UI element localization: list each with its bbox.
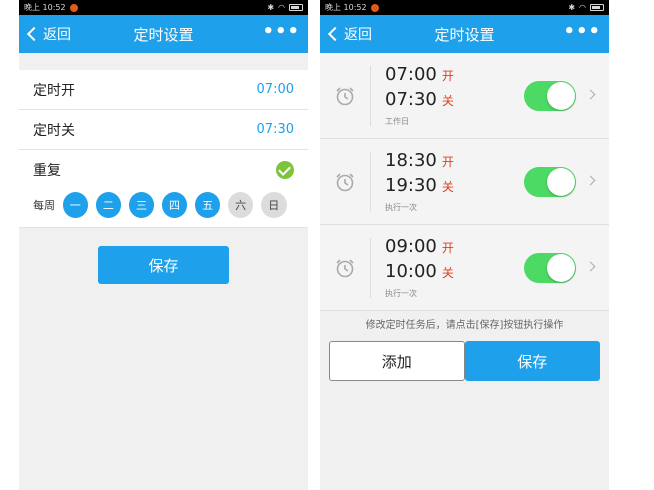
timer-on-row[interactable]: 定时开 07:00 bbox=[19, 70, 308, 110]
repeat-mode: 执行一次 bbox=[385, 203, 417, 212]
on-tag: 开 bbox=[441, 155, 454, 169]
on-tag: 开 bbox=[441, 241, 454, 255]
nav-bar: 返回 定时设置 ••• bbox=[19, 15, 308, 53]
save-button[interactable]: 保存 bbox=[98, 246, 229, 284]
timer-toggle[interactable] bbox=[524, 167, 576, 197]
timer-on-label: 定时开 bbox=[33, 82, 75, 99]
on-time: 07:00 bbox=[385, 64, 437, 85]
weekday-selector: 每周 一 二 三 四 五 六 日 bbox=[33, 190, 294, 220]
day-tue[interactable]: 二 bbox=[95, 192, 122, 218]
off-tag: 关 bbox=[441, 180, 454, 194]
right-screen: 晚上 10:52 ✱ ◠ 返回 定时设置 ••• 07:00 开 07:30 关 工… bbox=[320, 0, 609, 490]
day-thu[interactable]: 四 bbox=[161, 192, 188, 218]
battery-icon bbox=[590, 4, 604, 11]
timer-list: 07:00 开 07:30 关 工作日 18:30 开 19:30 关 执行一次 bbox=[320, 53, 609, 311]
back-chevron-icon bbox=[327, 26, 343, 42]
bluetooth-icon: ✱ bbox=[568, 3, 576, 12]
battery-icon bbox=[289, 4, 303, 11]
bluetooth-icon: ✱ bbox=[267, 3, 275, 12]
repeat-section: 重复 每周 一 二 三 四 五 六 日 bbox=[19, 150, 308, 228]
timer-item[interactable]: 18:30 开 19:30 关 执行一次 bbox=[320, 139, 609, 225]
alarm-clock-icon bbox=[320, 85, 370, 107]
more-icon[interactable]: ••• bbox=[262, 23, 300, 41]
timer-off-label: 定时关 bbox=[33, 122, 75, 139]
wifi-icon: ◠ bbox=[579, 3, 586, 12]
day-sat[interactable]: 六 bbox=[227, 192, 254, 218]
status-time: 晚上 10:52 bbox=[24, 3, 66, 12]
record-indicator-icon bbox=[370, 3, 379, 12]
timer-item[interactable]: 09:00 开 10:00 关 执行一次 bbox=[320, 225, 609, 311]
back-label: 返回 bbox=[43, 27, 71, 43]
left-screen: 晚上 10:52 ✱ ◠ 返回 定时设置 ••• 定时开 07:00 定时关 0… bbox=[19, 0, 308, 490]
record-indicator-icon bbox=[69, 3, 78, 12]
off-time: 10:00 bbox=[385, 261, 437, 282]
status-bar: 晚上 10:52 ✱ ◠ bbox=[320, 0, 609, 15]
wifi-icon: ◠ bbox=[278, 3, 285, 12]
repeat-mode: 工作日 bbox=[385, 117, 409, 126]
repeat-mode: 执行一次 bbox=[385, 289, 417, 298]
more-icon[interactable]: ••• bbox=[563, 23, 601, 41]
day-mon[interactable]: 一 bbox=[62, 192, 89, 218]
status-time: 晚上 10:52 bbox=[325, 3, 367, 12]
back-label: 返回 bbox=[344, 27, 372, 43]
timer-on-value: 07:00 bbox=[256, 82, 294, 97]
day-fri[interactable]: 五 bbox=[194, 192, 221, 218]
off-time: 07:30 bbox=[385, 89, 437, 110]
timer-toggle[interactable] bbox=[524, 253, 576, 283]
day-sun[interactable]: 日 bbox=[260, 192, 287, 218]
alarm-clock-icon bbox=[320, 171, 370, 193]
on-tag: 开 bbox=[441, 69, 454, 83]
check-icon[interactable] bbox=[276, 161, 294, 179]
alarm-clock-icon bbox=[320, 257, 370, 279]
back-button[interactable]: 返回 bbox=[320, 24, 372, 44]
off-tag: 关 bbox=[441, 94, 454, 108]
save-button[interactable]: 保存 bbox=[464, 341, 600, 381]
off-tag: 关 bbox=[441, 266, 454, 280]
timer-off-row[interactable]: 定时关 07:30 bbox=[19, 110, 308, 150]
save-hint: 修改定时任务后，请点击[保存]按钮执行操作 bbox=[365, 320, 564, 331]
timer-off-value: 07:30 bbox=[256, 122, 294, 137]
on-time: 18:30 bbox=[385, 150, 437, 171]
nav-bar: 返回 定时设置 ••• bbox=[320, 15, 609, 53]
on-time: 09:00 bbox=[385, 236, 437, 257]
week-label: 每周 bbox=[33, 199, 55, 212]
back-button[interactable]: 返回 bbox=[19, 24, 71, 44]
add-button[interactable]: 添加 bbox=[329, 341, 465, 381]
status-bar: 晚上 10:52 ✱ ◠ bbox=[19, 0, 308, 15]
timer-toggle[interactable] bbox=[524, 81, 576, 111]
back-chevron-icon bbox=[26, 26, 42, 42]
day-wed[interactable]: 三 bbox=[128, 192, 155, 218]
repeat-label: 重复 bbox=[33, 163, 61, 179]
timer-item[interactable]: 07:00 开 07:30 关 工作日 bbox=[320, 53, 609, 139]
action-bar: 添加 保存 bbox=[320, 341, 609, 381]
off-time: 19:30 bbox=[385, 175, 437, 196]
